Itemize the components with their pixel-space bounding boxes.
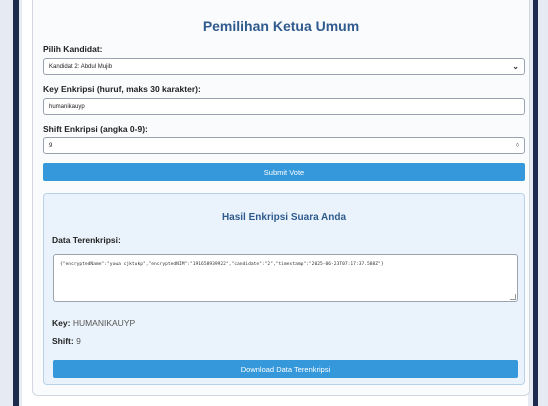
encrypted-data-textarea[interactable]: {"encryptedName":"yuwa cjktukp","encrypt… [53, 254, 518, 302]
shift-label: Shift Enkripsi (angka 0-9): [43, 124, 148, 134]
encrypted-data-text: {"encryptedName":"yuwa cjktukp","encrypt… [60, 262, 384, 267]
result-key-label: Key: [52, 318, 71, 328]
resize-grip-icon[interactable] [510, 294, 516, 300]
encrypted-data-label: Data Terenkripsi: [52, 235, 121, 245]
page-edge-left [13, 0, 19, 406]
result-title: Hasil Enkripsi Suara Anda [221, 212, 347, 223]
result-shift-value: 9 [76, 336, 81, 346]
result-shift-label: Shift: [52, 336, 74, 346]
key-input-value: humanikauyp [49, 103, 85, 110]
result-key-value: HUMANIKAUYP [72, 318, 136, 328]
shift-input-value: 9 [49, 142, 53, 149]
download-encrypted-button[interactable]: Download Data Terenkripsi [53, 360, 518, 378]
page-title: Pemilihan Ketua Umum [202, 18, 360, 34]
key-input[interactable]: humanikauyp [43, 98, 525, 115]
result-key-row: Key: HUMANIKAUYP [52, 318, 135, 328]
vote-form-card: Pemilihan Ketua Umum Pilih Kandidat: Kan… [32, 0, 530, 396]
key-label: Key Enkripsi (huruf, maks 30 karakter): [43, 84, 201, 94]
page-background-right [528, 0, 548, 406]
shift-input[interactable]: 9 ◊ [43, 137, 525, 154]
result-shift-row: Shift: 9 [52, 336, 81, 346]
submit-vote-button[interactable]: Submit Vote [43, 163, 525, 181]
encryption-result-panel: Hasil Enkripsi Suara Anda Data Terenkrip… [43, 193, 525, 385]
candidate-select[interactable]: Kandidat 2: Abdul Mujib ⌄ [43, 58, 525, 75]
candidate-label: Pilih Kandidat: [43, 44, 103, 54]
candidate-selected-value: Kandidat 2: Abdul Mujib [49, 63, 113, 70]
chevron-down-icon: ⌄ [512, 62, 519, 71]
page-edge-right [533, 0, 538, 406]
spinner-icon[interactable]: ◊ [516, 143, 519, 149]
